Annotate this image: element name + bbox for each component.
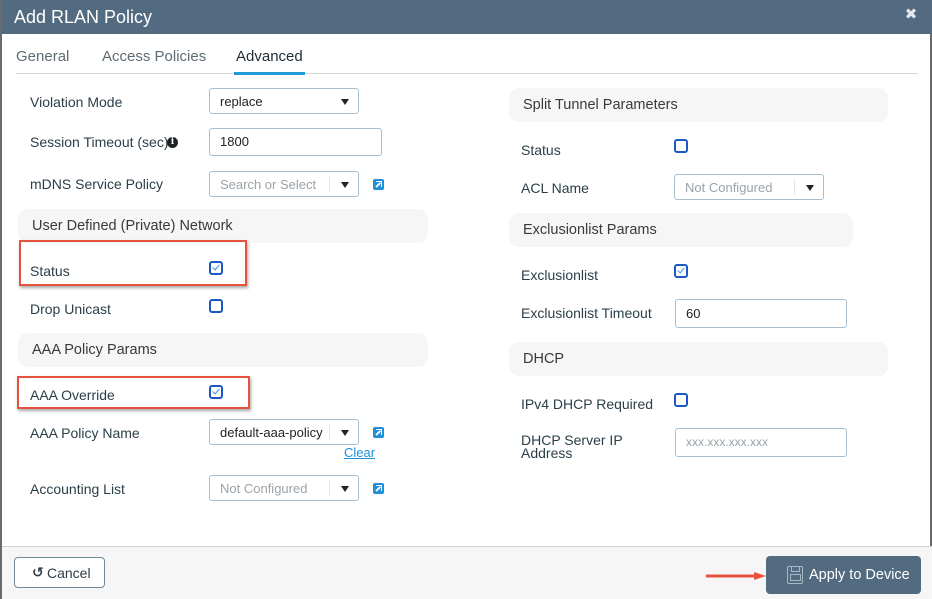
session-timeout-value: 1800 bbox=[220, 134, 249, 149]
dialog-titlebar: Add RLAN Policy ✖ bbox=[2, 0, 932, 34]
apply-to-device-button[interactable]: Apply to Device bbox=[766, 556, 921, 594]
exclusionlist-timeout-label: Exclusionlist Timeout bbox=[521, 305, 652, 321]
section-title: DHCP bbox=[523, 351, 565, 367]
apply-label: Apply to Device bbox=[809, 567, 910, 583]
aaa-policy-name-label: AAA Policy Name bbox=[30, 425, 140, 441]
violation-mode-select[interactable]: replace bbox=[209, 88, 359, 114]
ipv4-dhcp-required-checkbox[interactable] bbox=[674, 393, 688, 407]
chevron-down-icon bbox=[341, 486, 349, 492]
section-aaa-policy-params: AAA Policy Params bbox=[18, 333, 428, 367]
external-link-icon[interactable] bbox=[373, 483, 384, 494]
dialog-title: Add RLAN Policy bbox=[14, 7, 153, 27]
acl-name-placeholder: Not Configured bbox=[685, 180, 773, 195]
session-timeout-label: Session Timeout (sec) bbox=[30, 134, 169, 150]
section-dhcp: DHCP bbox=[509, 342, 888, 376]
chevron-down-icon bbox=[341, 182, 349, 188]
chevron-down-icon bbox=[341, 430, 349, 436]
floppy-disk-icon bbox=[787, 566, 803, 584]
exclusionlist-timeout-value: 60 bbox=[686, 306, 701, 321]
dhcp-server-ip-label-line2: Address bbox=[521, 445, 573, 461]
external-link-icon[interactable] bbox=[373, 179, 384, 190]
violation-mode-label: Violation Mode bbox=[30, 94, 123, 110]
accounting-list-select[interactable]: Not Configured bbox=[209, 475, 359, 501]
acl-name-label: ACL Name bbox=[521, 180, 589, 196]
accounting-list-placeholder: Not Configured bbox=[220, 481, 308, 496]
drop-unicast-label: Drop Unicast bbox=[30, 301, 111, 317]
aaa-policy-name-select[interactable]: default-aaa-policy bbox=[209, 419, 359, 445]
undo-icon: ↺ bbox=[32, 564, 44, 580]
udn-status-label: Status bbox=[30, 263, 70, 279]
accounting-list-label: Accounting List bbox=[30, 481, 125, 497]
section-user-defined-network: User Defined (Private) Network bbox=[18, 209, 428, 243]
tab-advanced[interactable]: Advanced bbox=[234, 48, 305, 75]
section-title: Split Tunnel Parameters bbox=[523, 97, 678, 113]
mdns-policy-label: mDNS Service Policy bbox=[30, 176, 164, 192]
close-icon[interactable]: ✖ bbox=[904, 7, 918, 22]
exclusionlist-checkbox[interactable] bbox=[674, 264, 688, 278]
dhcp-server-ip-label: DHCP Server IP Address bbox=[521, 433, 623, 461]
udn-status-checkbox[interactable] bbox=[209, 261, 223, 275]
select-divider bbox=[329, 176, 330, 192]
arrow-annotation-icon bbox=[706, 572, 766, 580]
chevron-down-icon bbox=[806, 185, 814, 191]
select-divider bbox=[794, 179, 795, 195]
select-divider bbox=[329, 480, 330, 496]
drop-unicast-checkbox[interactable] bbox=[209, 299, 223, 313]
cancel-button[interactable]: ↺ Cancel bbox=[14, 557, 105, 588]
mdns-policy-select[interactable]: Search or Select bbox=[209, 171, 359, 197]
tab-general[interactable]: General bbox=[16, 48, 69, 74]
aaa-override-checkbox[interactable] bbox=[209, 385, 223, 399]
dhcp-server-ip-placeholder: xxx.xxx.xxx.xxx bbox=[686, 435, 769, 449]
violation-mode-value: replace bbox=[220, 94, 263, 109]
session-timeout-input[interactable]: 1800 bbox=[209, 128, 382, 156]
select-divider bbox=[329, 424, 330, 440]
split-tunnel-status-label: Status bbox=[521, 142, 561, 158]
add-rlan-policy-dialog: Add RLAN Policy ✖ General Access Policie… bbox=[0, 0, 932, 599]
exclusionlist-label: Exclusionlist bbox=[521, 267, 599, 283]
aaa-policy-name-value: default-aaa-policy bbox=[220, 425, 323, 440]
mdns-policy-placeholder: Search or Select bbox=[220, 177, 317, 192]
section-title: User Defined (Private) Network bbox=[32, 218, 233, 234]
aaa-override-label: AAA Override bbox=[30, 387, 115, 403]
ipv4-dhcp-required-label: IPv4 DHCP Required bbox=[521, 396, 654, 412]
exclusionlist-timeout-input[interactable]: 60 bbox=[675, 299, 847, 328]
tab-bar: General Access Policies Advanced bbox=[16, 48, 918, 75]
chevron-down-icon bbox=[341, 99, 349, 105]
section-exclusionlist: Exclusionlist Params bbox=[509, 213, 853, 247]
dhcp-server-ip-input[interactable]: xxx.xxx.xxx.xxx bbox=[675, 428, 847, 457]
acl-name-select[interactable]: Not Configured bbox=[674, 174, 824, 200]
cancel-label: Cancel bbox=[47, 565, 91, 581]
tab-access-policies[interactable]: Access Policies bbox=[102, 48, 206, 74]
clear-link[interactable]: Clear bbox=[344, 445, 375, 460]
section-title: Exclusionlist Params bbox=[523, 222, 657, 238]
section-title: AAA Policy Params bbox=[32, 342, 157, 358]
external-link-icon[interactable] bbox=[373, 427, 384, 438]
section-split-tunnel: Split Tunnel Parameters bbox=[509, 88, 888, 122]
info-icon[interactable]: i bbox=[167, 137, 178, 148]
split-tunnel-status-checkbox[interactable] bbox=[674, 139, 688, 153]
